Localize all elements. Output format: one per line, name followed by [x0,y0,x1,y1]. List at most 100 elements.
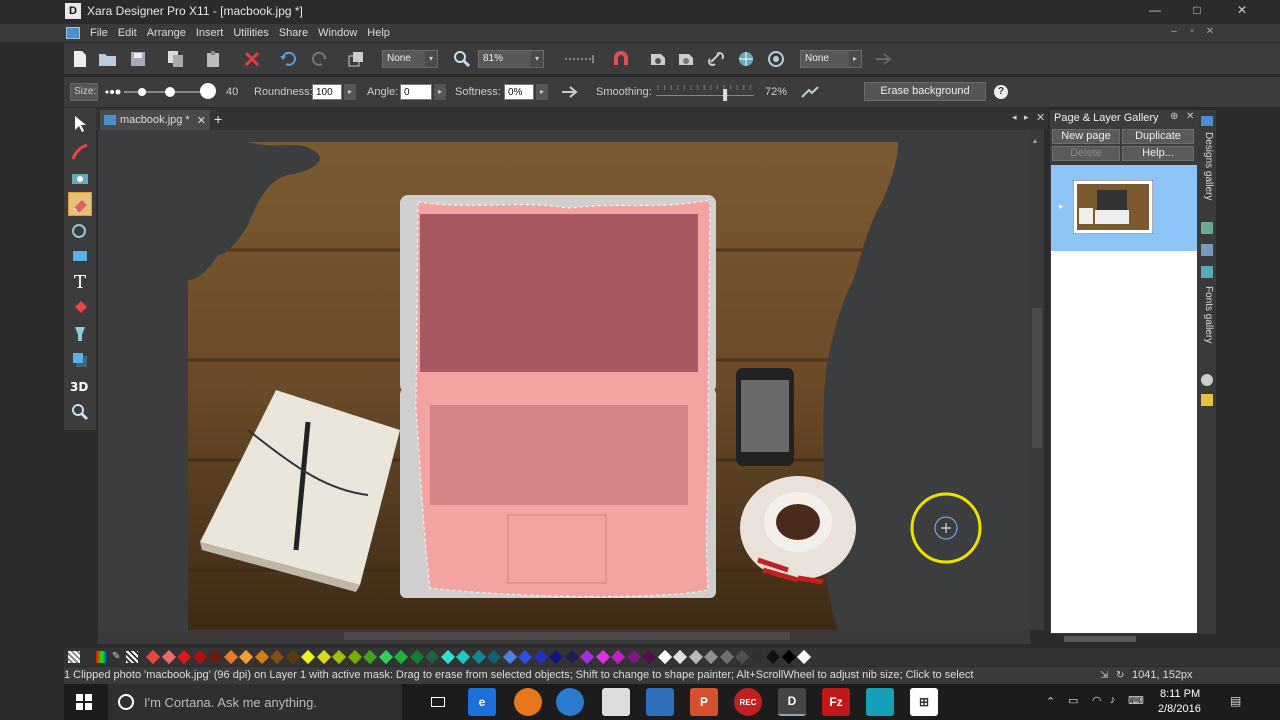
document-tab[interactable]: macbook.jpg * ✕ [100,110,210,130]
maximize-button[interactable]: □ [1183,0,1211,20]
magnet-icon[interactable] [609,47,633,71]
color-swatch[interactable] [347,649,362,665]
redo-icon[interactable] [308,47,332,71]
color-swatch[interactable] [207,649,223,665]
color-swatch[interactable] [223,649,238,665]
duplicate-button[interactable]: Duplicate [1122,129,1194,144]
rectangle-icon[interactable] [68,244,92,268]
minimize-button[interactable]: — [1141,0,1169,20]
new-tab-icon[interactable]: + [214,111,222,127]
color-swatch[interactable] [502,649,517,665]
color-swatch[interactable] [548,649,564,665]
zoom-select[interactable]: 81% ▾ [478,50,544,68]
style-select[interactable]: None ▸ [800,50,862,68]
3d-icon[interactable]: 3D [68,374,92,398]
color-swatch[interactable] [595,649,610,665]
snap-icon[interactable] [562,47,596,71]
filezilla-icon[interactable]: Fz [822,688,850,716]
fill-icon[interactable] [68,296,92,320]
help-button[interactable]: Help... [1122,146,1194,161]
cortana-search-box[interactable]: I'm Cortana. Ask me anything. [108,684,402,720]
start-button[interactable] [76,694,92,713]
side-tab-icon-5[interactable] [1201,394,1213,406]
help-icon[interactable]: ? [994,85,1008,99]
color-swatch[interactable] [796,649,812,665]
clock-date[interactable]: 2/8/2016 [1158,703,1201,715]
menu-edit[interactable]: Edit [118,27,137,39]
color-picker-icon[interactable] [96,651,108,663]
text-icon[interactable]: T [68,270,92,294]
scroll-up-icon[interactable]: ▴ [1033,136,1037,145]
expand-page-icon[interactable]: ▸ [1059,201,1064,212]
document-canvas[interactable] [98,130,1030,630]
color-swatch[interactable] [161,649,176,665]
menu-window[interactable]: Window [318,27,357,39]
color-swatch[interactable] [657,649,672,665]
color-swatch[interactable] [719,649,734,665]
xara-icon[interactable]: D [778,688,806,716]
color-swatch[interactable] [269,649,285,665]
menu-help[interactable]: Help [367,27,390,39]
color-swatch[interactable] [378,649,393,665]
powerpoint-icon[interactable]: P [690,688,718,716]
color-swatch[interactable] [409,649,424,665]
paint-icon[interactable] [602,688,630,716]
firefox-icon[interactable] [514,688,542,716]
undo-icon[interactable] [276,47,300,71]
shadow-icon[interactable] [68,348,92,372]
angle-spin-icon[interactable]: ▸ [434,84,446,100]
erase-background-button[interactable]: Erase background [864,82,986,101]
color-swatch[interactable] [781,649,796,665]
layer-show-icon[interactable] [646,47,670,71]
record-icon[interactable]: REC [734,688,762,716]
photo-icon[interactable] [68,166,92,190]
gallery-scroll-thumb[interactable] [1064,636,1136,642]
side-tab-icon-3[interactable] [1201,266,1213,278]
horizontal-scrollbar[interactable] [98,630,1030,644]
page-thumbnail[interactable] [1073,180,1153,234]
color-swatch[interactable] [765,649,781,665]
menu-share[interactable]: Share [279,27,308,39]
refresh-status-icon[interactable]: ↻ [1116,667,1124,684]
quality-select[interactable]: None ▾ [382,50,438,68]
color-swatch[interactable] [455,649,471,665]
roundness-field[interactable]: 100 [312,84,342,100]
eraser-icon[interactable] [68,192,92,216]
web-icon[interactable] [734,47,758,71]
color-swatch[interactable] [564,649,579,665]
tab-scroll-right-icon[interactable]: ▸ [1024,112,1029,123]
photo-artwork[interactable] [98,130,1030,630]
close-tab-icon[interactable]: ✕ [197,114,206,127]
edge-icon[interactable]: e [468,688,496,716]
angle-field[interactable]: 0 [400,84,432,100]
layer-lock-icon[interactable] [674,47,698,71]
softness-spin-icon[interactable]: ▸ [536,84,548,100]
apply-arrow-icon[interactable] [558,80,582,104]
color-swatch[interactable] [176,649,192,665]
apply-style-arrow-icon[interactable] [872,47,896,71]
pin-icon[interactable]: ⊕ [1170,111,1178,122]
selected-page-row[interactable]: ▸ [1051,165,1197,251]
menu-arrange[interactable]: Arrange [147,27,186,39]
color-swatch[interactable] [238,649,254,665]
no-color-icon[interactable] [68,651,80,663]
color-swatch[interactable] [331,649,347,665]
size-button[interactable]: Size: [70,83,98,101]
battery-icon[interactable]: ▭ [1068,694,1078,707]
color-swatch[interactable] [688,649,703,665]
open-icon[interactable] [96,47,120,71]
color-swatch[interactable] [610,649,626,665]
new-document-icon[interactable] [68,47,92,71]
smoothing-slider[interactable] [654,81,758,103]
keyboard-icon[interactable]: ⌨ [1128,694,1144,707]
nib-size-slider[interactable] [104,81,216,103]
close-window-button[interactable]: ✕ [1228,0,1256,20]
color-swatch[interactable] [533,649,548,665]
horizontal-scroll-thumb[interactable] [344,632,790,640]
task-view-icon[interactable] [424,688,452,716]
color-swatch[interactable] [424,649,440,665]
word-icon[interactable] [646,688,674,716]
eyedropper-icon[interactable]: ✎ [112,651,122,663]
selector-icon[interactable] [68,112,92,136]
color-swatch[interactable] [316,649,331,665]
